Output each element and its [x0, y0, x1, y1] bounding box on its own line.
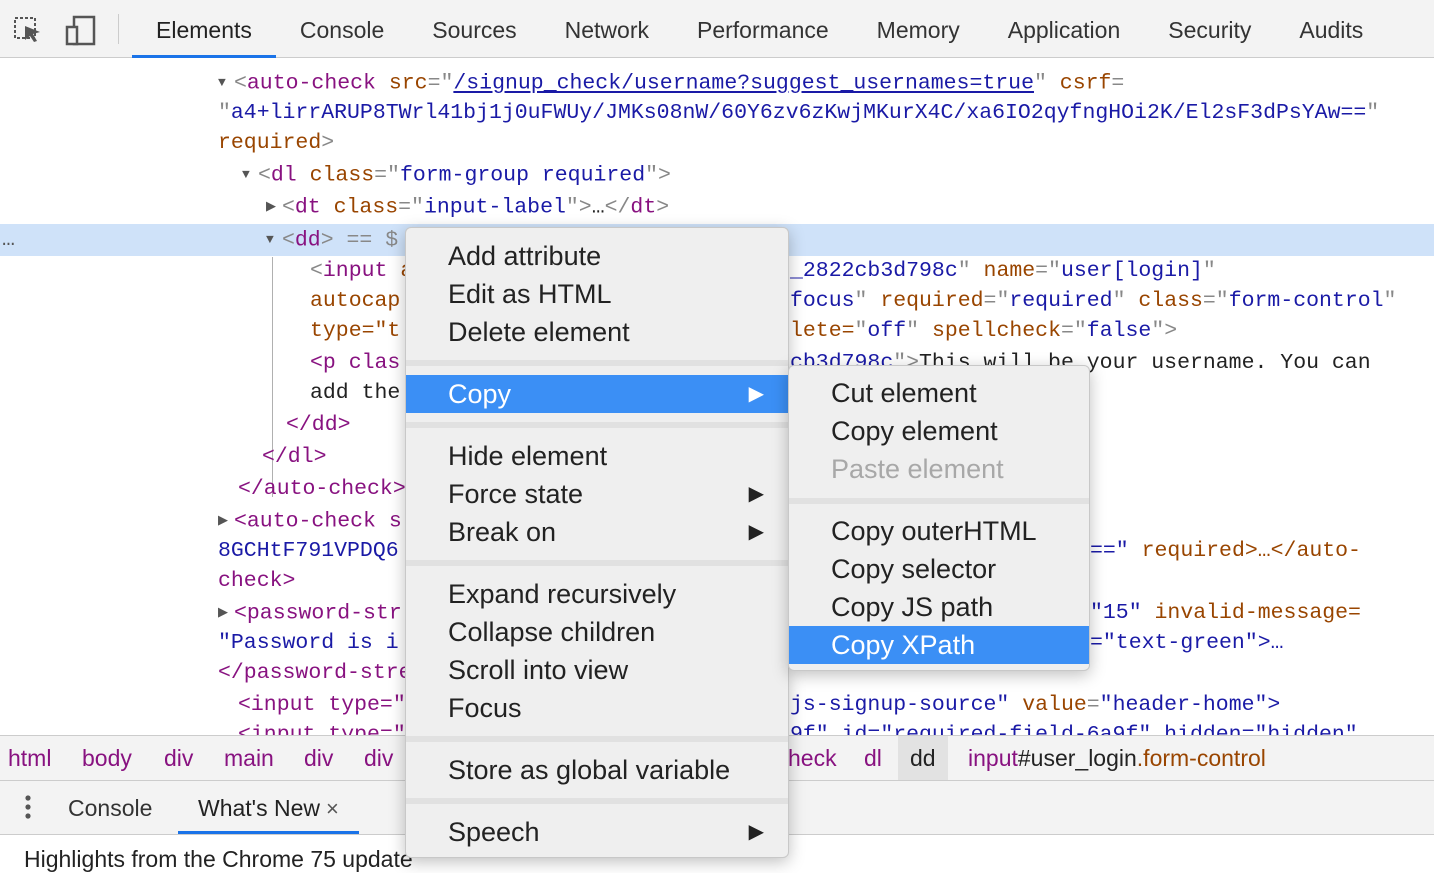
dom-node-dt[interactable]: ▶ <dt class="input-label">…</dt> — [0, 191, 1434, 223]
crumb-html[interactable]: html — [8, 736, 51, 780]
dom-input-attrs-right: focus" required="required" class="form-c… — [790, 289, 1397, 313]
submenu-item-copy-js-path[interactable]: Copy JS path — [789, 588, 1089, 626]
menu-item-edit-as-html[interactable]: Edit as HTML — [406, 275, 788, 313]
collapsed-triangle-icon[interactable]: ▶ — [218, 505, 234, 537]
dom-csrf2-right: ==" required>…</auto- — [1090, 539, 1361, 563]
menu-separator — [406, 736, 788, 742]
submenu-arrow-icon: ▶ — [748, 483, 764, 505]
menu-separator — [406, 798, 788, 804]
dom-signup-source: js-signup-source" value="header-home"> — [790, 693, 1281, 717]
tab-memory[interactable]: Memory — [853, 0, 984, 58]
tab-performance[interactable]: Performance — [673, 0, 853, 58]
row-more-icon[interactable]: … — [2, 224, 15, 256]
submenu-item-copy-xpath[interactable]: Copy XPath — [789, 626, 1089, 664]
crumb-dd-selected[interactable]: dd — [898, 736, 948, 780]
submenu-item-copy-element[interactable]: Copy element — [789, 412, 1089, 450]
tab-elements[interactable]: Elements — [132, 0, 276, 58]
devtools-toolbar: Elements Console Sources Network Perform… — [0, 0, 1434, 58]
dom-node-partial-right: 9f" id="required-field-6a9f" hidden="hid… — [790, 723, 1358, 735]
expand-triangle-icon[interactable]: ▼ — [266, 224, 282, 256]
menu-separator — [406, 560, 788, 566]
menu-item-copy[interactable]: Copy ▶ — [406, 375, 788, 413]
submenu-arrow-icon: ▶ — [748, 383, 764, 405]
vertical-dots-icon[interactable] — [18, 793, 38, 823]
collapsed-triangle-icon[interactable]: ▶ — [218, 597, 234, 629]
submenu-arrow-icon: ▶ — [748, 821, 764, 843]
dom-attr-csrf-value: "a4+lirrARUP8TWrl41bj1j0uFWUy/JMKs08nW/6… — [218, 101, 1380, 125]
crumb-input[interactable]: input#user_login.form-control — [968, 736, 1266, 780]
panel-tabs: Elements Console Sources Network Perform… — [132, 0, 1387, 58]
collapsed-triangle-icon[interactable]: ▶ — [266, 191, 282, 223]
dom-node-dl[interactable]: ▼ <dl class="form-group required"> — [0, 159, 1434, 191]
dom-node-input-right: _2822cb3d798c" name="user[login]" — [790, 259, 1216, 283]
inspect-element-icon[interactable] — [10, 12, 46, 48]
dom-input-autocomplete: lete="off" spellcheck="false"> — [790, 319, 1178, 343]
copy-submenu: Cut element Copy element Paste element C… — [788, 365, 1090, 671]
submenu-item-paste-element: Paste element — [831, 454, 1004, 484]
tab-application[interactable]: Application — [984, 0, 1145, 58]
menu-item-expand-recursively[interactable]: Expand recursively — [406, 575, 788, 613]
tab-console[interactable]: Console — [276, 0, 408, 58]
menu-item-scroll-into-view[interactable]: Scroll into view — [406, 651, 788, 689]
menu-item-hide-element[interactable]: Hide element — [406, 437, 788, 475]
menu-item-force-state[interactable]: Force state ▶ — [406, 475, 788, 513]
device-toolbar-icon[interactable] — [62, 12, 98, 48]
menu-item-collapse-children[interactable]: Collapse children — [406, 613, 788, 651]
menu-item-speech[interactable]: Speech ▶ — [406, 813, 788, 851]
menu-item-focus[interactable]: Focus — [406, 689, 788, 727]
tab-audits[interactable]: Audits — [1275, 0, 1387, 58]
tab-security[interactable]: Security — [1144, 0, 1275, 58]
dom-node-auto-check[interactable]: ▼ <auto-check src="/signup_check/username… — [0, 67, 1434, 99]
submenu-item-cut-element[interactable]: Cut element — [789, 374, 1089, 412]
toolbar-separator — [118, 14, 119, 44]
close-icon[interactable]: × — [326, 796, 339, 821]
dom-password-attrs: "15" invalid-message= — [1090, 601, 1361, 625]
submenu-item-copy-selector[interactable]: Copy selector — [789, 550, 1089, 588]
menu-item-store-as-global-variable[interactable]: Store as global variable — [406, 751, 788, 789]
menu-separator — [406, 360, 788, 366]
crumb-main[interactable]: main — [224, 736, 274, 780]
dom-attr-required: required> — [218, 131, 335, 155]
drawer-tab-whats-new[interactable]: What's New × — [178, 781, 359, 834]
context-menu: Add attribute Edit as HTML Delete elemen… — [405, 227, 789, 858]
tab-sources[interactable]: Sources — [408, 0, 540, 58]
submenu-arrow-icon: ▶ — [748, 521, 764, 543]
crumb-div[interactable]: div — [164, 736, 193, 780]
menu-separator — [789, 498, 1089, 504]
menu-item-add-attribute[interactable]: Add attribute — [406, 237, 788, 275]
crumb-body[interactable]: body — [82, 736, 132, 780]
whats-new-heading: Highlights from the Chrome 75 update — [24, 846, 413, 872]
expand-triangle-icon[interactable]: ▼ — [242, 159, 258, 191]
crumb-dl[interactable]: dl — [864, 736, 882, 780]
menu-item-delete-element[interactable]: Delete element — [406, 313, 788, 351]
drawer-tab-console[interactable]: Console — [68, 781, 152, 834]
crumb-div[interactable]: div — [304, 736, 333, 780]
dom-text-green: ="text-green">… — [1090, 631, 1284, 655]
expand-triangle-icon[interactable]: ▼ — [218, 67, 234, 99]
tab-network[interactable]: Network — [541, 0, 673, 58]
menu-separator — [406, 422, 788, 428]
menu-item-break-on[interactable]: Break on ▶ — [406, 513, 788, 551]
src-link[interactable]: /signup_check/username?suggest_usernames… — [453, 72, 1034, 96]
submenu-item-copy-outerhtml[interactable]: Copy outerHTML — [789, 512, 1089, 550]
crumb-auto-check[interactable]: heck — [788, 736, 837, 780]
crumb-div[interactable]: div — [364, 736, 393, 780]
